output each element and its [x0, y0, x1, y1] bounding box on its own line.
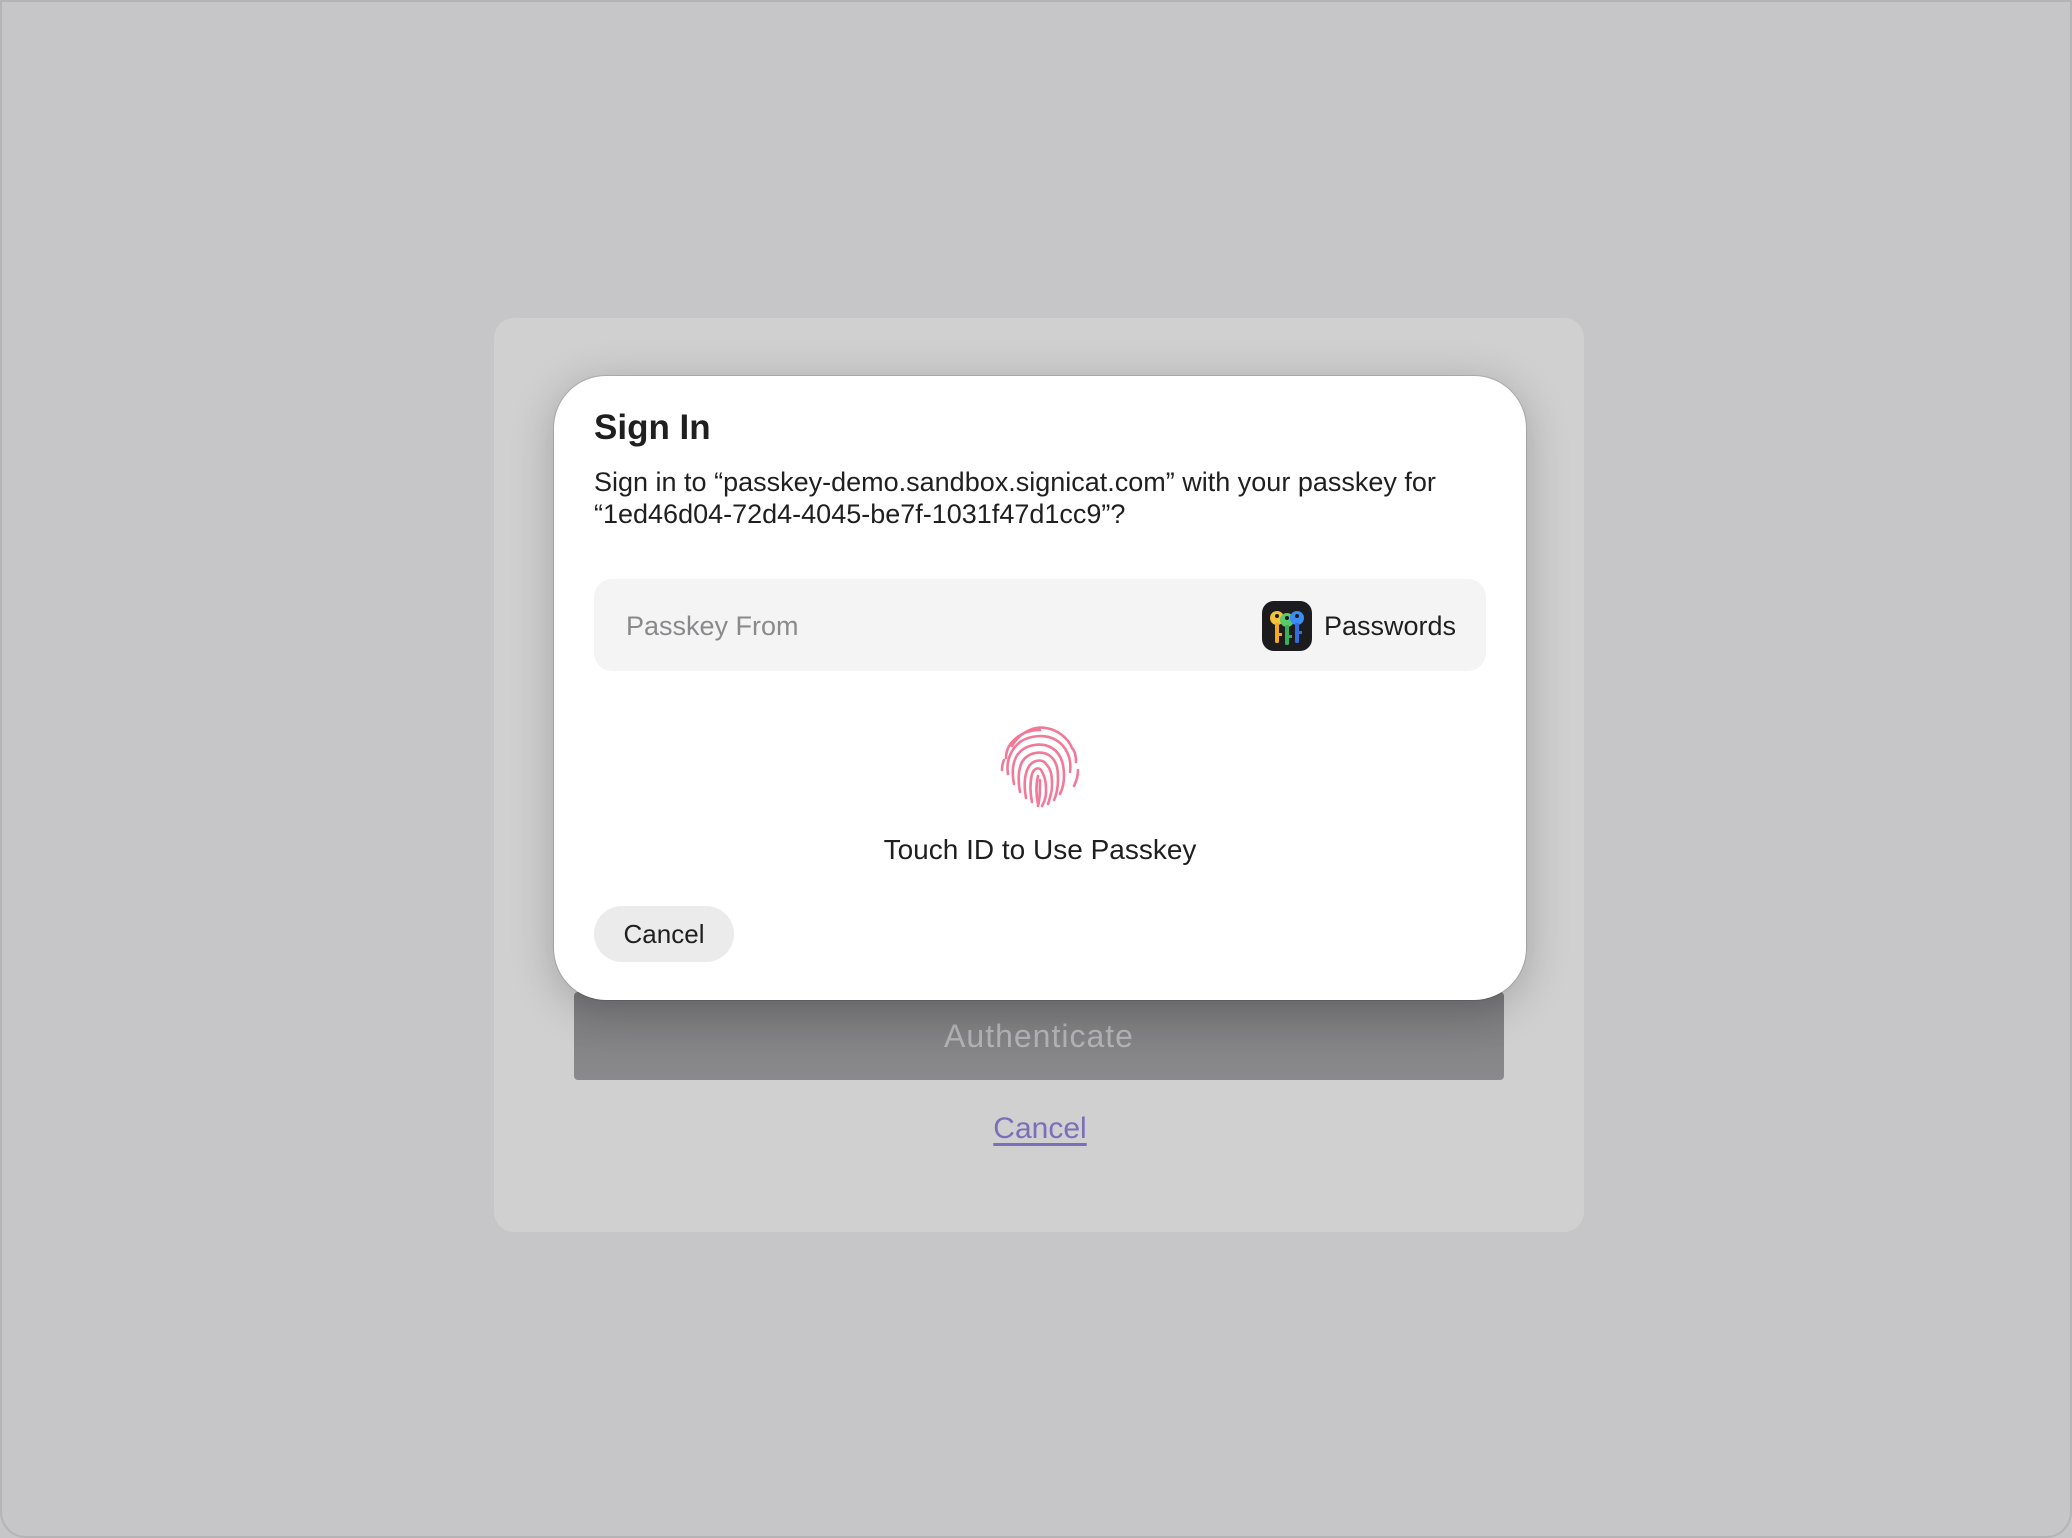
background-cancel-link[interactable]: Cancel	[900, 1112, 1180, 1146]
cancel-button[interactable]: Cancel	[594, 906, 734, 962]
passwords-app-icon	[1262, 601, 1312, 651]
passwords-label: Passwords	[1324, 611, 1457, 641]
authenticate-button[interactable]: Authenticate	[574, 992, 1504, 1080]
touch-id-caption: Touch ID to Use Passkey	[883, 834, 1197, 865]
sheet-message-line-1: Sign in to “passkey-demo.sandbox.signica…	[594, 467, 1436, 497]
sheet-message-line-2: “1ed46d04-72d4-4045-be7f-1031f47d1cc9”?	[594, 499, 1126, 529]
passkey-source-row[interactable]: Passkey From Passwords	[594, 579, 1486, 671]
sheet-title: Sign In	[594, 408, 711, 447]
sheet-message: Sign in to “passkey-demo.sandbox.signica…	[594, 466, 1494, 530]
fingerprint-icon	[994, 718, 1086, 810]
passkey-from-label: Passkey From	[626, 611, 799, 641]
passkey-sign-in-sheet: Sign In Sign in to “passkey-demo.sandbox…	[554, 376, 1526, 1000]
